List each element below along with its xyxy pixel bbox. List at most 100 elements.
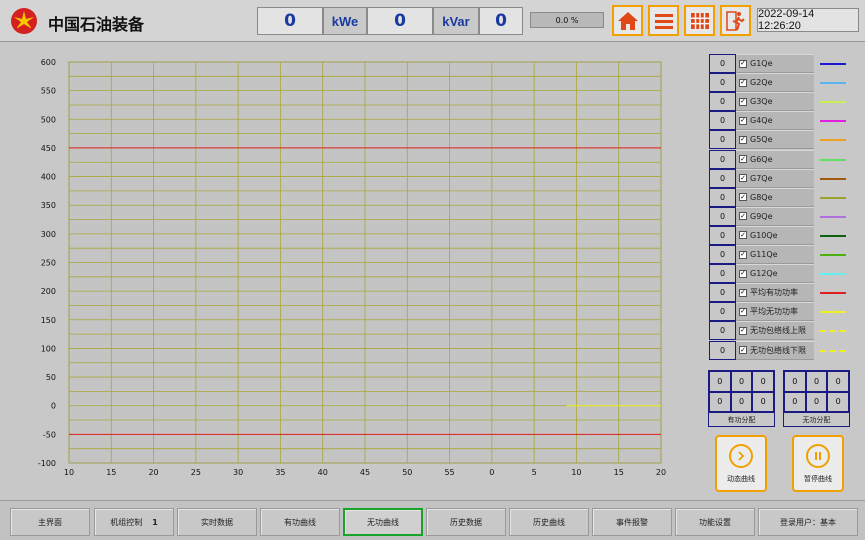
legend-checkbox[interactable]: ✓ G9Qe [736, 206, 814, 226]
checkmark-icon: ✓ [739, 288, 747, 297]
pause-circle-icon [806, 443, 830, 468]
legend-color-swatch [820, 196, 846, 199]
app-title: 中国石油装备 [48, 15, 145, 34]
active-dist-cell: 0 [752, 391, 774, 412]
active-dist-cell: 0 [730, 391, 753, 412]
legend-checkbox[interactable]: ✓ 平均无功功率 [736, 302, 814, 322]
legend-label: 无功包络线上限 [750, 326, 806, 336]
legend-checkbox[interactable]: ✓ 平均有功功率 [736, 283, 814, 303]
legend-checkbox[interactable]: ✓ G11Qe [736, 245, 814, 264]
legend-color-swatch [820, 82, 846, 85]
checkmark-icon: ✓ [739, 345, 747, 354]
legend-color-swatch [820, 63, 846, 65]
x-tick-label: 25 [191, 468, 201, 477]
legend-label: G9Qe [750, 211, 773, 221]
legend-value: 0 [709, 302, 736, 322]
extra-value: 0 [479, 7, 523, 35]
active-distribution-label: 有功分配 [708, 413, 775, 427]
menu-button[interactable] [648, 5, 679, 36]
legend-checkbox[interactable]: ✓ G10Qe [736, 225, 814, 245]
legend-label: 无功包络线下限 [750, 345, 806, 355]
legend-checkbox[interactable]: ✓ 无功包络线下限 [736, 340, 814, 360]
legend-checkbox[interactable]: ✓ G5Qe [736, 130, 814, 150]
tab-reactive-curve[interactable]: 无功曲线 [343, 508, 423, 536]
legend-checkbox[interactable]: ✓ G6Qe [736, 149, 814, 169]
legend-color-swatch [820, 292, 846, 295]
tab-function-settings[interactable]: 功能设置 [675, 508, 755, 536]
reactive-dist-cell: 0 [827, 391, 849, 412]
legend-label: G7Qe [750, 173, 773, 183]
legend-value: 0 [709, 245, 736, 264]
x-tick-label: 0 [489, 468, 494, 477]
legend-row: 0 ✓ 无功包络线上限 [709, 321, 814, 341]
legend-label: 平均有功功率 [750, 288, 798, 298]
exit-button[interactable] [720, 5, 751, 36]
legend-checkbox[interactable]: ✓ G12Qe [736, 264, 814, 284]
legend-checkbox[interactable]: ✓ G7Qe [736, 168, 814, 188]
legend-checkbox[interactable]: ✓ G4Qe [736, 111, 814, 131]
y-tick-label: 400 [41, 173, 56, 182]
login-user-button[interactable]: 登录用户：基本 [758, 508, 858, 536]
tab-label: 有功曲线 [284, 517, 316, 527]
legend-row: 0 ✓ G2Qe [709, 73, 814, 93]
tab-unit-control[interactable]: 机组控制 1 [94, 508, 174, 536]
tab-active-curve[interactable]: 有功曲线 [260, 508, 340, 536]
legend-color-swatch [820, 273, 846, 276]
home-button[interactable] [612, 5, 643, 36]
legend-color-swatch [820, 120, 846, 123]
y-tick-label: 150 [41, 316, 56, 325]
legend-row: 0 ✓ 平均有功功率 [709, 283, 814, 303]
y-tick-label: 350 [41, 201, 56, 210]
legend-value: 0 [709, 92, 736, 112]
legend-row: 0 ✓ 无功包络线下限 [709, 340, 814, 360]
y-tick-label: 200 [41, 287, 56, 296]
reactive-distribution-grid: 0 0 0 0 0 0 [783, 370, 850, 413]
legend-value: 0 [709, 225, 736, 245]
tab-main[interactable]: 主界面 [10, 508, 90, 536]
y-tick-label: 250 [41, 259, 56, 268]
checkmark-icon: ✓ [739, 135, 747, 144]
legend-checkbox[interactable]: ✓ G1Qe [736, 54, 814, 73]
legend-color-swatch [820, 158, 846, 161]
tab-label: 主界面 [38, 517, 62, 527]
tab-history-data[interactable]: 历史数据 [426, 508, 506, 536]
pause-curve-button[interactable]: 暂停曲线 [792, 435, 844, 492]
legend-row: 0 ✓ G5Qe [709, 130, 814, 150]
exit-run-icon [725, 10, 745, 31]
checkmark-icon: ✓ [739, 59, 747, 68]
legend-checkbox[interactable]: ✓ G2Qe [736, 73, 814, 93]
tab-event-alarm[interactable]: 事件报警 [592, 508, 672, 536]
legend-value: 0 [709, 111, 736, 131]
legend-value: 0 [709, 54, 736, 73]
legend-label: G2Qe [750, 78, 773, 88]
checkmark-icon: ✓ [739, 192, 747, 202]
y-tick-label: 550 [41, 87, 56, 96]
legend-checkbox[interactable]: ✓ G3Qe [736, 92, 814, 112]
checkmark-icon: ✓ [739, 173, 747, 183]
tab-realtime-data[interactable]: 实时数据 [177, 508, 257, 536]
legend-row: 0 ✓ G7Qe [709, 168, 814, 188]
grid-view-button[interactable] [684, 5, 715, 36]
y-tick-label: 500 [41, 115, 56, 124]
active-distribution-grid: 0 0 0 0 0 0 [708, 370, 775, 413]
reactive-power-value: 0 [367, 7, 433, 35]
legend-checkbox[interactable]: ✓ G8Qe [736, 187, 814, 207]
y-tick-label: 0 [51, 402, 56, 411]
legend-label: G11Qe [750, 250, 778, 259]
checkmark-icon: ✓ [739, 307, 747, 316]
y-tick-label: 300 [41, 230, 56, 239]
legend-label: G8Qe [750, 192, 773, 202]
legend-checkbox[interactable]: ✓ 无功包络线上限 [736, 321, 814, 341]
legend-row: 0 ✓ G3Qe [709, 92, 814, 112]
y-tick-label: 450 [41, 144, 56, 153]
grid-icon [690, 12, 709, 29]
legend-value: 0 [709, 149, 736, 169]
tab-history-curve[interactable]: 历史曲线 [509, 508, 589, 536]
x-tick-label: 10 [571, 468, 581, 477]
play-circle-icon [729, 443, 753, 468]
dynamic-curve-button[interactable]: 动态曲线 [715, 435, 767, 492]
x-tick-label: 15 [106, 468, 116, 477]
home-icon [617, 11, 638, 30]
reactive-dist-cell: 0 [784, 371, 806, 392]
checkmark-icon: ✓ [739, 230, 747, 240]
